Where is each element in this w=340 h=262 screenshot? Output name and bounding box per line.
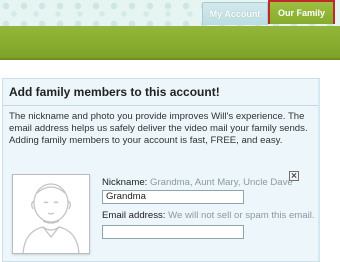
nickname-label: Nickname:	[102, 177, 148, 188]
panel-title: Add family members to this account!	[9, 85, 220, 99]
email-input[interactable]	[102, 225, 244, 239]
nickname-input[interactable]	[102, 190, 244, 204]
person-placeholder-icon	[13, 175, 89, 253]
email-label: Email address:	[102, 210, 166, 221]
nickname-label-row: Nickname: Grandma, Aunt Mary, Uncle Dave	[102, 177, 293, 188]
panel-divider	[3, 105, 319, 106]
add-family-panel: Add family members to this account! The …	[2, 78, 320, 262]
header-band	[0, 26, 340, 60]
tab-our-family[interactable]: Our Family	[268, 0, 335, 24]
tab-our-family-label: Our Family	[277, 8, 325, 18]
tab-my-account-label: My Account	[209, 9, 261, 19]
close-icon[interactable]	[289, 171, 299, 181]
tab-my-account[interactable]: My Account	[202, 2, 268, 25]
intro-text: The nickname and photo you provide impro…	[9, 111, 308, 146]
nickname-hint: Grandma, Aunt Mary, Uncle Dave	[150, 177, 293, 188]
avatar-photo[interactable]	[12, 174, 90, 254]
email-hint: We will not sell or spam this email.	[168, 210, 315, 221]
email-label-row: Email address: We will not sell or spam …	[102, 210, 315, 221]
